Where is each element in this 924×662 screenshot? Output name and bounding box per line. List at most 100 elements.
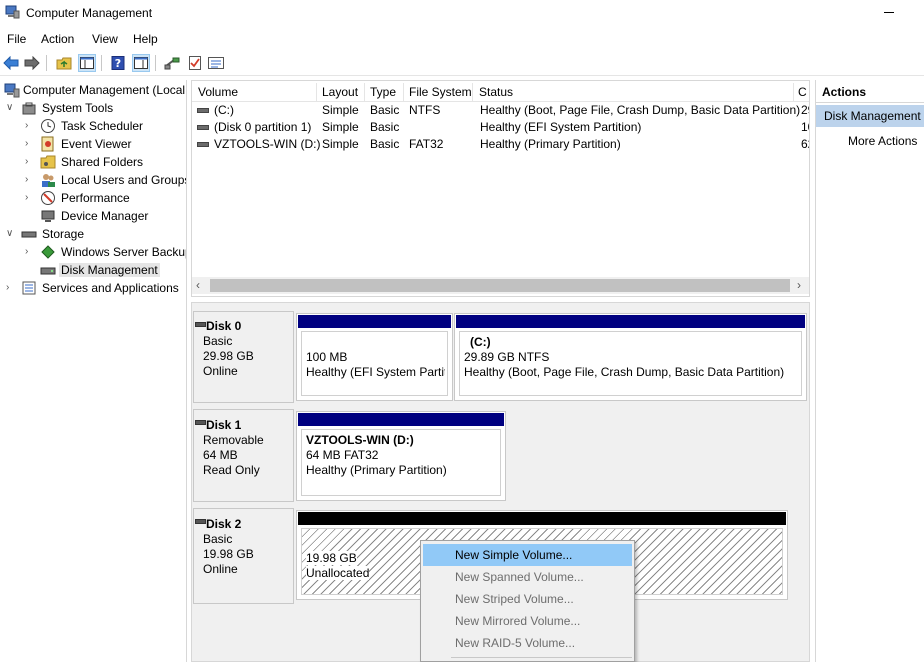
help-icon: ? — [111, 56, 125, 70]
cell-status: Healthy (Boot, Page File, Crash Dump, Ba… — [480, 103, 801, 117]
tree-node-storage[interactable]: ∨ Storage — [0, 225, 186, 243]
partition-efi[interactable]: 100 MB Healthy (EFI System Partitic — [296, 313, 453, 401]
tree-node-system-tools[interactable]: ∨ System Tools — [0, 99, 186, 117]
cell-capacity: 62 — [801, 137, 809, 151]
tree-label: Performance — [61, 191, 130, 205]
actions-disk-management[interactable]: Disk Management — [816, 105, 924, 127]
chevron-down-icon[interactable]: ∨ — [6, 102, 16, 114]
column-separator[interactable] — [403, 83, 404, 102]
chevron-right-icon[interactable]: › — [25, 156, 35, 168]
partition-d[interactable]: VZTOOLS-WIN (D:) 64 MB FAT32 Healthy (Pr… — [296, 411, 506, 501]
disk-kind: Basic — [203, 334, 233, 348]
scroll-left-icon[interactable]: ‹ — [196, 278, 200, 292]
scroll-right-icon[interactable]: › — [797, 278, 801, 292]
partition-title: VZTOOLS-WIN (D:) — [306, 433, 414, 447]
show-hide-console-tree-button[interactable] — [78, 54, 96, 72]
tree-node-shared-folders[interactable]: › Shared Folders — [0, 153, 186, 171]
disk-size: 19.98 GB — [203, 547, 254, 561]
back-button[interactable] — [2, 54, 20, 72]
disk-size: 64 MB — [203, 448, 238, 462]
disk-label[interactable]: Disk 0 Basic 29.98 GB Online — [193, 311, 294, 403]
menu-bar: File Action View Help — [0, 28, 924, 50]
forward-arrow-icon — [24, 56, 40, 70]
partition-bar — [298, 413, 504, 426]
menu-item-label: New RAID-5 Volume... — [455, 636, 576, 650]
connect-button[interactable] — [163, 54, 181, 72]
actions-header: Actions — [816, 80, 924, 103]
scrollbar-thumb[interactable] — [210, 279, 790, 292]
tree-node-services[interactable]: › Services and Applications — [0, 279, 186, 297]
column-separator[interactable] — [793, 83, 794, 102]
svg-text:?: ? — [115, 57, 121, 70]
tree-node-root[interactable]: Computer Management (Local — [0, 81, 186, 99]
partition-bar — [298, 512, 786, 525]
column-layout[interactable]: Layout — [322, 85, 358, 99]
actions-pane: Actions Disk Management More Actions — [815, 80, 924, 662]
column-separator[interactable] — [364, 83, 365, 102]
column-file-system[interactable]: File System — [409, 85, 472, 99]
partition-c[interactable]: (C:) 29.89 GB NTFS Healthy (Boot, Page F… — [454, 313, 807, 401]
cell-layout: Simple — [322, 103, 359, 117]
context-menu: New Simple Volume... New Spanned Volume.… — [420, 540, 635, 662]
menu-item-new-simple-volume[interactable]: New Simple Volume... — [423, 544, 632, 566]
properties-button[interactable] — [207, 54, 225, 72]
help-button[interactable]: ? — [109, 54, 127, 72]
chevron-right-icon[interactable]: › — [25, 192, 35, 204]
partition-status: Healthy (Primary Partition) — [306, 463, 447, 477]
column-volume[interactable]: Volume — [198, 85, 238, 99]
forward-button[interactable] — [23, 54, 41, 72]
tree-label: Task Scheduler — [61, 119, 144, 133]
chevron-down-icon[interactable]: ∨ — [6, 228, 16, 240]
tree-node-device-manager[interactable]: Device Manager — [0, 207, 186, 225]
chevron-right-icon[interactable]: › — [25, 138, 35, 150]
chevron-right-icon[interactable]: › — [6, 282, 16, 294]
chevron-right-icon[interactable]: › — [25, 246, 35, 258]
chevron-right-icon[interactable]: › — [25, 174, 35, 186]
cell-layout: Simple — [322, 120, 359, 134]
partition-body: VZTOOLS-WIN (D:) 64 MB FAT32 Healthy (Pr… — [301, 429, 501, 496]
column-capacity[interactable]: C — [798, 85, 807, 99]
tree-node-local-users[interactable]: › Local Users and Groups — [0, 171, 186, 189]
connect-icon — [164, 57, 180, 70]
chevron-right-icon[interactable]: › — [25, 120, 35, 132]
column-separator[interactable] — [316, 83, 317, 102]
partition-bar — [298, 315, 451, 328]
services-icon — [22, 281, 36, 295]
disk-icon — [195, 519, 206, 524]
horizontal-scrollbar[interactable]: ‹ › — [192, 277, 809, 294]
disk-label[interactable]: Disk 1 Removable 64 MB Read Only — [193, 409, 294, 502]
menu-item-new-mirrored-volume[interactable]: New Mirrored Volume... — [423, 610, 632, 632]
tree-node-performance[interactable]: › Performance — [0, 189, 186, 207]
column-type[interactable]: Type — [370, 85, 396, 99]
tree-node-event-viewer[interactable]: › Event Viewer — [0, 135, 186, 153]
up-one-level-button[interactable] — [55, 54, 73, 72]
column-separator[interactable] — [472, 83, 473, 102]
menu-action[interactable]: Action — [41, 32, 74, 46]
menu-item-new-striped-volume[interactable]: New Striped Volume... — [423, 588, 632, 610]
disk-name: Disk 2 — [206, 517, 242, 531]
table-row[interactable]: VZTOOLS-WIN (D:) Simple Basic FAT32 Heal… — [192, 136, 809, 153]
show-hide-action-pane-button[interactable] — [132, 54, 150, 72]
console-tree-icon — [80, 57, 94, 69]
table-row[interactable]: (Disk 0 partition 1) Simple Basic Health… — [192, 119, 809, 136]
column-status[interactable]: Status — [479, 85, 513, 99]
checklist-button[interactable] — [186, 54, 204, 72]
disk-size: 29.98 GB — [203, 349, 254, 363]
tree-label: Disk Management — [59, 263, 160, 277]
menu-item-new-raid5-volume[interactable]: New RAID-5 Volume... — [423, 632, 632, 654]
cell-capacity: 29 — [801, 103, 809, 117]
menu-view[interactable]: View — [92, 32, 118, 46]
tree-node-task-scheduler[interactable]: › Task Scheduler — [0, 117, 186, 135]
menu-item-new-spanned-volume[interactable]: New Spanned Volume... — [423, 566, 632, 588]
menu-file[interactable]: File — [7, 32, 26, 46]
partition-title: (C:) — [470, 335, 491, 349]
table-row[interactable]: (C:) Simple Basic NTFS Healthy (Boot, Pa… — [192, 102, 809, 119]
computer-management-icon — [5, 5, 20, 19]
tree-node-windows-server-backup[interactable]: › Windows Server Backup — [0, 243, 186, 261]
more-actions-link[interactable]: More Actions — [848, 134, 917, 148]
minimize-button[interactable] — [884, 12, 894, 13]
tree-node-disk-management[interactable]: Disk Management — [0, 261, 186, 279]
disk-label[interactable]: Disk 2 Basic 19.98 GB Online — [193, 508, 294, 604]
menu-help[interactable]: Help — [133, 32, 158, 46]
partition-size: 19.98 GB — [306, 551, 357, 565]
